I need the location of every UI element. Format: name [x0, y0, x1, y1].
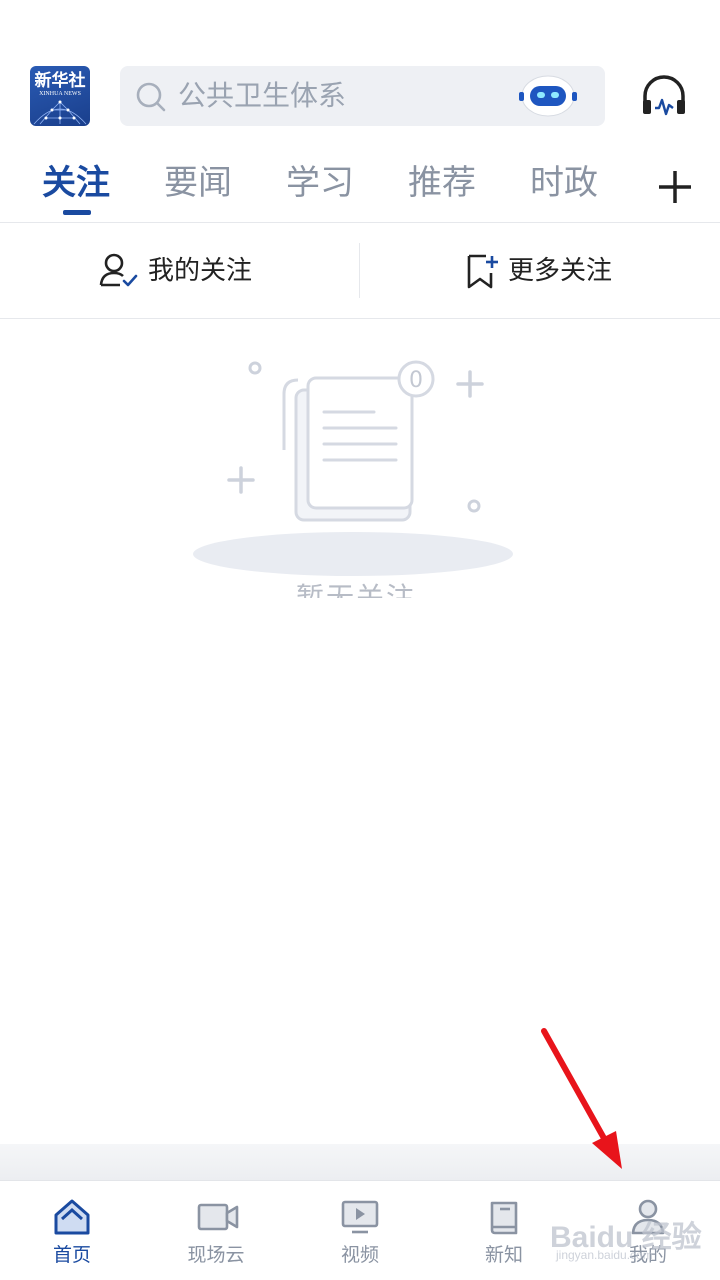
nav-live-cloud-label: 现场云 [187, 1244, 245, 1266]
home-icon [54, 1199, 90, 1235]
tab-politics[interactable]: 时政 [530, 162, 598, 204]
book-icon [490, 1201, 518, 1235]
empty-badge-count: 0 [409, 368, 423, 393]
user-check-icon [99, 253, 138, 286]
active-tab-indicator [63, 210, 91, 215]
empty-state-text-clip: 暂无关注 [0, 582, 720, 598]
nav-home[interactable]: 首页 [0, 1181, 144, 1280]
tab-recommend[interactable]: 推荐 [408, 162, 476, 204]
play-screen-icon [341, 1200, 379, 1234]
bookmark-add-icon [467, 254, 498, 288]
nav-video[interactable]: 视频 [288, 1181, 432, 1280]
more-follow-button[interactable]: 更多关注 [464, 223, 612, 318]
tab-headlines[interactable]: 要闻 [164, 162, 232, 204]
nav-home-label: 首页 [52, 1244, 91, 1266]
search-bar[interactable]: 公共卫生体系 [120, 66, 605, 126]
video-camera-icon [197, 1203, 239, 1231]
more-follow-label: 更多关注 [508, 255, 613, 286]
follow-bar-divider [0, 318, 720, 319]
empty-state-illustration: 0 [193, 360, 513, 576]
annotation-arrow [541, 1028, 622, 1169]
add-channel-icon[interactable] [652, 164, 698, 210]
app-header: 新华社 XINHUA NEWS 公共卫生体系 [0, 0, 720, 150]
logo-name-cn: 新华社 [34, 71, 86, 91]
tab-study[interactable]: 学习 [286, 162, 354, 204]
channel-tabs: 关注 要闻 学习 推荐 时政 [0, 150, 720, 222]
logo-network-graphic [33, 100, 87, 125]
my-follow-button[interactable]: 我的关注 [98, 223, 252, 318]
nav-video-label: 视频 [340, 1244, 379, 1266]
xinhua-logo[interactable]: 新华社 XINHUA NEWS [30, 66, 90, 126]
robot-icon[interactable] [518, 73, 578, 119]
tab-follow[interactable]: 关注 [42, 162, 110, 204]
empty-state-text: 暂无关注 [296, 582, 416, 598]
my-follow-label: 我的关注 [148, 255, 253, 286]
nav-live-cloud[interactable]: 现场云 [144, 1181, 288, 1280]
follow-bar: 我的关注 更多关注 [0, 223, 720, 318]
search-icon [136, 82, 166, 112]
headphone-icon[interactable] [640, 72, 688, 118]
follow-bar-separator [359, 243, 360, 298]
search-placeholder: 公共卫生体系 [178, 79, 347, 112]
baidu-watermark-url: jingyan.baidu.com [556, 1248, 653, 1262]
